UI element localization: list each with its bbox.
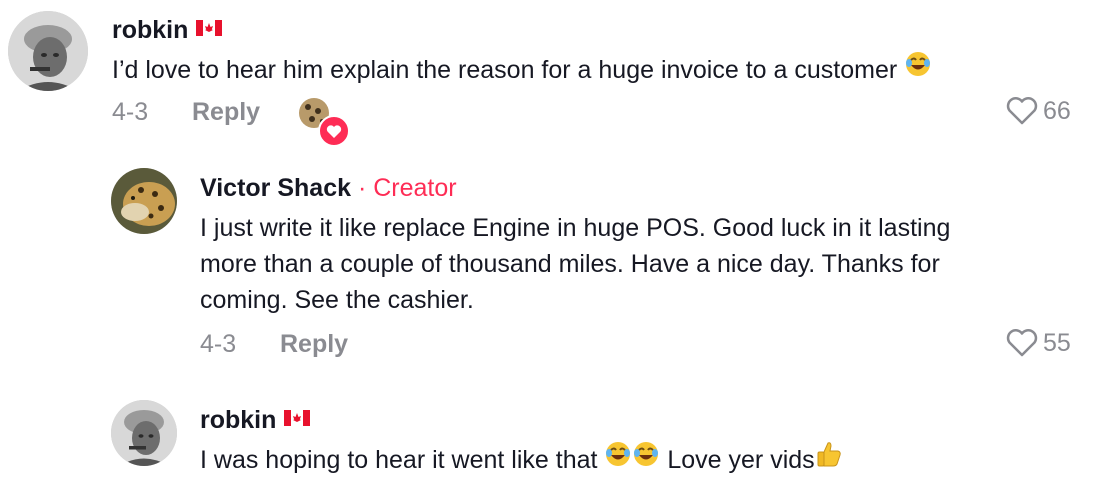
heart-icon	[1006, 329, 1038, 357]
avatar-victor-shack[interactable]	[111, 168, 177, 234]
comment-text: I just write it like replace Engine in h…	[200, 210, 950, 318]
reply-button[interactable]: Reply	[192, 98, 260, 127]
like-count: 66	[1043, 96, 1071, 125]
comment-text-content: I’d love to hear him explain the reason …	[112, 56, 898, 84]
comment-line: I just write it like replace Engine in h…	[200, 214, 951, 242]
like-button[interactable]: 66	[1005, 96, 1071, 126]
username-label: Victor Shack	[200, 174, 352, 202]
like-count: 55	[1043, 328, 1071, 357]
separator-dot: ·	[357, 174, 367, 202]
username-label: robkin	[112, 16, 189, 44]
joy-emoji-icon	[604, 440, 632, 478]
reply-button[interactable]: Reply	[280, 330, 348, 359]
comment-text-part: I was hoping to hear it went like that	[200, 446, 598, 474]
comment-line: more than a couple of thousand miles. Ha…	[200, 250, 940, 278]
username-robkin[interactable]: robkin	[200, 404, 311, 436]
username-robkin[interactable]: robkin	[112, 14, 223, 46]
creator-liked-avatar	[298, 97, 350, 147]
comment-text-part: Love yer vids	[667, 446, 815, 474]
comment-text: I’d love to hear him explain the reason …	[112, 52, 932, 90]
comment-text: I was hoping to hear it went like that L…	[200, 442, 843, 480]
joy-emoji-icon	[632, 440, 660, 478]
username-label: robkin	[200, 406, 277, 434]
comment-date: 4-3	[200, 330, 237, 358]
avatar-robkin[interactable]	[111, 400, 177, 466]
thumbs-up-emoji-icon	[815, 440, 843, 478]
avatar-robkin[interactable]	[8, 11, 88, 91]
canada-flag-icon	[284, 404, 311, 433]
heart-icon	[1006, 97, 1038, 125]
creator-badge: Creator	[373, 174, 457, 202]
like-button[interactable]: 55	[1005, 328, 1071, 358]
comment-date: 4-3	[112, 98, 149, 126]
heart-badge-icon	[318, 115, 350, 147]
joy-emoji-icon	[904, 50, 932, 88]
canada-flag-icon	[196, 14, 223, 43]
comment-line: coming. See the cashier.	[200, 286, 474, 314]
username-victor-shack[interactable]: Victor Shack · Creator	[200, 174, 457, 203]
